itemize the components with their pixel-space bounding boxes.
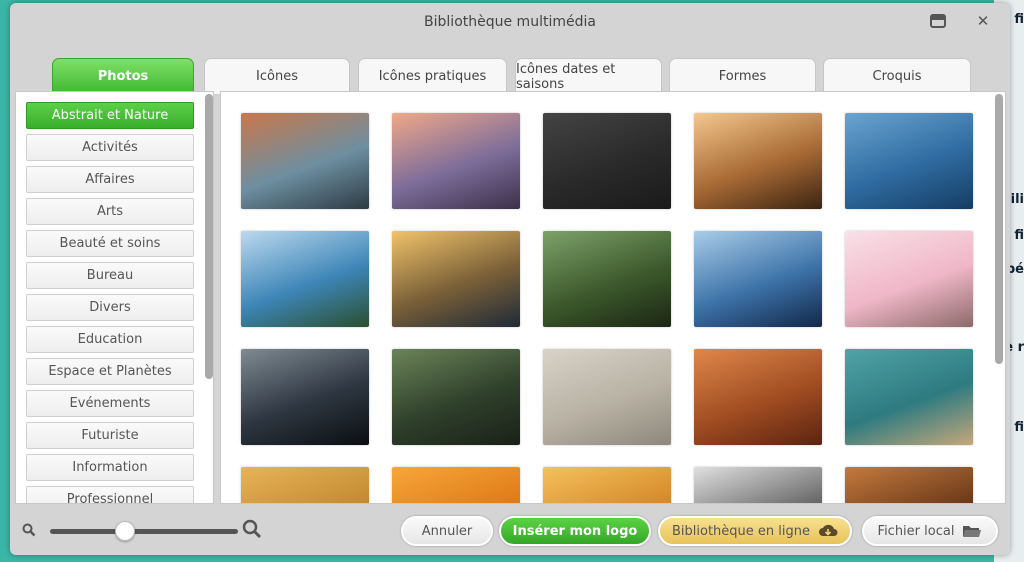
tab-photos[interactable]: Photos (52, 58, 194, 94)
photo-thumbnail[interactable] (694, 113, 822, 209)
category-label: Evénements (69, 396, 151, 411)
tab-croquis[interactable]: Croquis (823, 58, 971, 94)
category-label: Bureau (86, 268, 134, 283)
tab-label: Icônes (256, 69, 298, 84)
category-item[interactable]: Futuriste (26, 422, 194, 449)
category-label: Education (77, 332, 143, 347)
insert-logo-button-label: Insérer mon logo (512, 523, 638, 539)
category-label: Beauté et soins (59, 236, 161, 251)
tab-label: Photos (97, 69, 149, 84)
tab-formes[interactable]: Formes (669, 58, 816, 94)
category-item[interactable]: Beauté et soins (26, 230, 194, 257)
tab-label: Croquis (872, 69, 922, 84)
zoom-out-icon[interactable] (22, 523, 36, 537)
category-item[interactable]: Evénements (26, 390, 194, 417)
photo-thumbnail[interactable] (392, 113, 520, 209)
photo-thumbnail[interactable] (543, 349, 671, 445)
category-item[interactable]: Affaires (26, 166, 194, 193)
zoom-slider-knob[interactable] (115, 521, 136, 541)
cancel-button[interactable]: Annuler (401, 516, 493, 546)
tab-icônes[interactable]: Icônes (204, 58, 350, 94)
category-label: Futuriste (81, 428, 139, 443)
grid-scrollbar[interactable] (995, 94, 1003, 364)
category-item[interactable]: Abstrait et Nature (26, 102, 194, 129)
close-icon[interactable]: ✕ (973, 11, 993, 31)
photo-thumbnail[interactable] (392, 231, 520, 327)
background-text-fragment: fi (1014, 228, 1024, 243)
photo-thumbnail[interactable] (392, 467, 520, 503)
photo-thumbnail[interactable] (241, 231, 369, 327)
tab-icônes-pratiques[interactable]: Icônes pratiques (358, 58, 507, 94)
category-label: Divers (89, 300, 131, 315)
photo-thumbnail[interactable] (241, 349, 369, 445)
category-item[interactable]: Activités (26, 134, 194, 161)
minimize-icon[interactable] (928, 11, 948, 31)
category-scrollbar[interactable] (205, 94, 213, 379)
photo-thumbnail[interactable] (694, 467, 822, 503)
category-label: Affaires (85, 172, 135, 187)
online-library-button-label: Bibliothèque en ligne (672, 523, 810, 539)
category-item[interactable]: Education (26, 326, 194, 353)
photo-thumbnail[interactable] (241, 467, 369, 503)
cloud-download-icon (819, 524, 838, 536)
background-text-fragment: fi (1014, 12, 1024, 27)
tab-label: Icônes pratiques (378, 69, 487, 84)
photo-thumbnail[interactable] (543, 231, 671, 327)
photo-thumbnail[interactable] (845, 349, 973, 445)
category-label: Abstrait et Nature (51, 108, 169, 123)
category-label: Information (72, 460, 148, 475)
category-item[interactable]: Professionnel (26, 486, 194, 504)
local-file-button[interactable]: Fichier local (862, 516, 998, 546)
category-item[interactable]: Divers (26, 294, 194, 321)
category-item[interactable]: Espace et Planètes (26, 358, 194, 385)
photo-thumbnail[interactable] (694, 349, 822, 445)
local-file-button-label: Fichier local (877, 523, 955, 539)
photo-thumbnail[interactable] (543, 113, 671, 209)
category-label: Professionnel (66, 492, 154, 504)
tab-label: Icônes dates et saisons (516, 61, 616, 92)
category-item[interactable]: Bureau (26, 262, 194, 289)
background-text-fragment: fi (1014, 420, 1024, 435)
photo-thumbnail[interactable] (694, 231, 822, 327)
photo-thumbnail[interactable] (241, 113, 369, 209)
tab-label: Formes (718, 69, 767, 84)
photo-thumbnail[interactable] (845, 113, 973, 209)
photo-thumbnail[interactable] (845, 467, 973, 503)
category-label: Espace et Planètes (48, 364, 172, 379)
category-label: Arts (96, 204, 124, 219)
zoom-slider-track[interactable] (50, 529, 238, 534)
category-item[interactable]: Arts (26, 198, 194, 225)
photo-thumbnail[interactable] (845, 231, 973, 327)
zoom-in-icon[interactable] (242, 519, 262, 539)
media-library-dialog: Bibliothèque multimédia ✕ Photos Icônes Ic… (10, 3, 1010, 555)
category-label: Activités (82, 140, 138, 155)
tab-icônes-dates-et-saisons[interactable]: Icônes dates et saisons (515, 58, 662, 94)
category-item[interactable]: Information (26, 454, 194, 481)
cancel-button-label: Annuler (421, 523, 473, 539)
dialog-title: Bibliothèque multimédia (424, 14, 596, 30)
thumbnail-grid (220, 91, 1006, 504)
folder-icon (963, 526, 982, 537)
photo-thumbnail[interactable] (392, 349, 520, 445)
bottom-toolbar: Annuler Insérer mon logo Bibliothèque en… (10, 508, 1010, 555)
photo-thumbnail[interactable] (543, 467, 671, 503)
insert-logo-button[interactable]: Insérer mon logo (499, 516, 651, 546)
category-list: Abstrait et Nature Activités Affaires Arts B… (15, 91, 214, 504)
online-library-button[interactable]: Bibliothèque en ligne (658, 516, 852, 546)
